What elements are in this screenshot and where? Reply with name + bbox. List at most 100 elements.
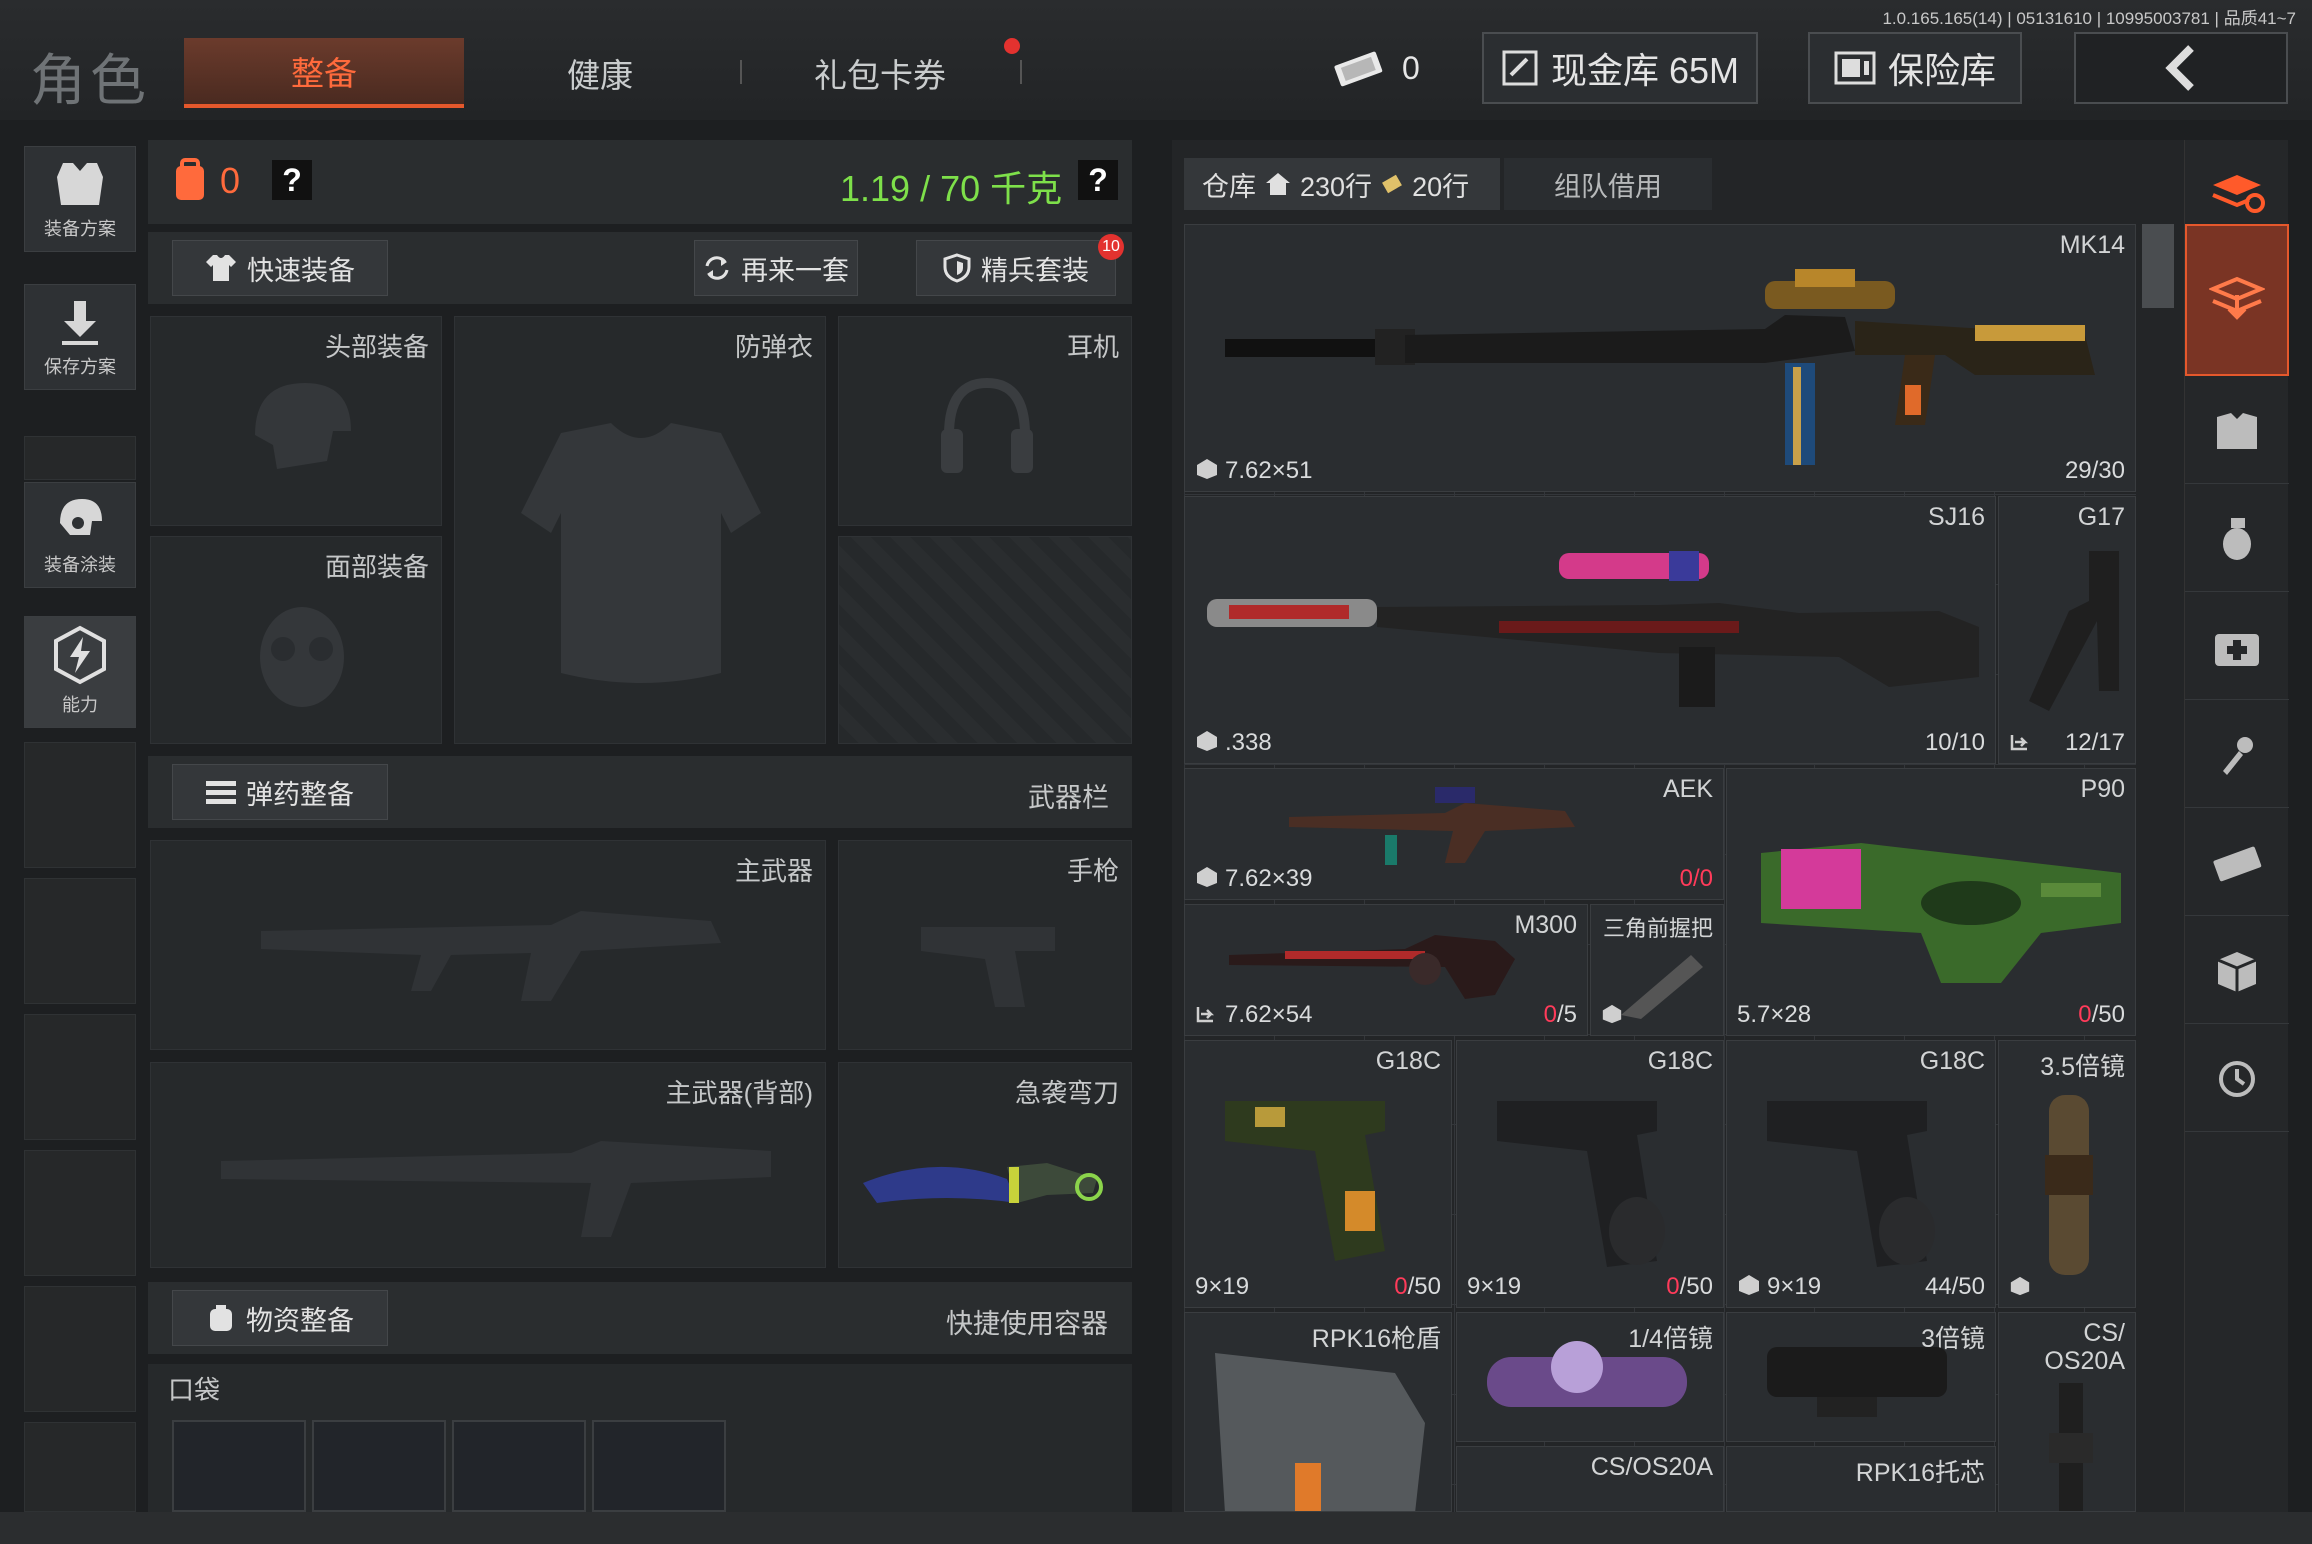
ammo-box-icon xyxy=(2010,1276,2030,1296)
armor-silhouette-icon xyxy=(521,423,761,683)
ability-button[interactable]: 能力 xyxy=(24,616,136,728)
grip-icon xyxy=(1621,955,1703,1019)
magazine-icon xyxy=(2010,735,2029,751)
ammo-box-icon xyxy=(1739,1275,1759,1295)
item-g18c[interactable]: G18C 9×19 0/50 xyxy=(1184,1040,1452,1308)
pocket-slot[interactable] xyxy=(172,1420,306,1512)
tab-equip[interactable]: 整备 xyxy=(184,38,464,108)
layers-icon xyxy=(2209,276,2265,320)
rail-medical[interactable] xyxy=(2185,594,2289,700)
elite-badge: 10 xyxy=(1098,234,1124,260)
headset-slot[interactable]: 耳机 xyxy=(838,316,1132,526)
pocket-slot[interactable] xyxy=(452,1420,586,1512)
melee-slot[interactable]: 急袭弯刀 xyxy=(838,1062,1132,1268)
head-slot[interactable]: 头部装备 xyxy=(150,316,442,526)
aek-rifle-icon xyxy=(1289,787,1575,865)
item-1-4x-scope[interactable]: 1/4倍镜 xyxy=(1456,1312,1724,1442)
item-rpk16-stock[interactable]: RPK16托芯 xyxy=(1726,1446,1996,1512)
primary-weapon-slot[interactable]: 主武器 xyxy=(150,840,826,1050)
rail-armor[interactable] xyxy=(2185,378,2289,484)
item-aek[interactable]: AEK 7.62×39 0/0 xyxy=(1184,768,1724,900)
again-button[interactable]: 再来一套 xyxy=(694,240,858,296)
equip-plan-button[interactable]: 装备方案 xyxy=(24,146,136,252)
armor-slot[interactable]: 防弹衣 xyxy=(454,316,826,744)
weight-help-icon[interactable]: ? xyxy=(1078,160,1118,200)
ammo-box-icon xyxy=(1197,867,1217,887)
safe-box-button[interactable]: 保险库 xyxy=(1808,32,2022,104)
supplies-equip-button[interactable]: 物资整备 xyxy=(172,1290,388,1346)
safe-box-label: 保险库 xyxy=(1887,50,1996,91)
item-mk14[interactable]: MK14 7.62×51 29/30 xyxy=(1184,224,2136,492)
ammo-box-icon xyxy=(1602,1004,1622,1024)
p90-smg-icon xyxy=(1761,843,2121,983)
box-icon xyxy=(2217,951,2257,992)
item-g17[interactable]: G17 12/17 xyxy=(1998,496,2136,764)
inventory-scrollbar[interactable] xyxy=(2142,224,2174,308)
rail-grenade[interactable] xyxy=(2185,486,2289,592)
warehouse-tab[interactable]: 仓库 230行 20行 xyxy=(1184,158,1500,210)
shield-icon xyxy=(943,253,971,283)
save-plan-button[interactable]: 保存方案 xyxy=(24,284,136,390)
backpack-count: 0 xyxy=(220,160,241,201)
ticket-count: 0 xyxy=(1402,49,1420,86)
weight-display: 1.19 / 70 千克 xyxy=(840,168,1063,209)
cash-vault-label: 现金库 65M xyxy=(1550,50,1740,91)
scope-icon xyxy=(1767,1347,1947,1417)
pistol-slot[interactable]: 手枪 xyxy=(838,840,1132,1050)
pocket-slot[interactable] xyxy=(312,1420,446,1512)
backpack-icon xyxy=(176,158,204,200)
item-sj16[interactable]: SJ16 .338 10/10 xyxy=(1184,496,1996,764)
item-m300[interactable]: M300 7.62×54 0/5 xyxy=(1184,904,1588,1036)
item-g18c[interactable]: G18C 9×19 44/50 xyxy=(1726,1040,1996,1308)
helmet-icon xyxy=(60,499,102,535)
sidebar-empty-slot xyxy=(24,742,136,868)
house-icon xyxy=(1266,173,1290,195)
shirt-icon xyxy=(206,255,236,281)
rail-containers[interactable] xyxy=(2185,918,2289,1024)
g17-pistol-icon xyxy=(2029,551,2119,711)
karambit-icon xyxy=(863,1163,1103,1203)
sj16-rifle-icon xyxy=(1207,551,1979,707)
rifle-silhouette-icon xyxy=(261,911,721,1001)
rail-all-items[interactable] xyxy=(2185,224,2289,376)
sidebar-empty-slot xyxy=(24,1150,136,1276)
elite-kit-button[interactable]: 精兵套装 xyxy=(916,240,1116,296)
sidebar-empty-slot xyxy=(24,1014,136,1140)
layers-refresh-icon xyxy=(2212,174,2265,213)
pocket-slot[interactable] xyxy=(592,1420,726,1512)
primary-back-slot[interactable]: 主武器(背部) xyxy=(150,1062,826,1268)
tab-gift[interactable]: 礼包卡券 xyxy=(760,38,1000,108)
m300-rifle-icon xyxy=(1229,935,1515,999)
tab-health[interactable]: 健康 xyxy=(480,38,720,108)
item-3-5x-scope[interactable]: 3.5倍镜 xyxy=(1998,1040,2136,1308)
help-icon[interactable]: ? xyxy=(272,160,312,200)
rail-keys[interactable] xyxy=(2185,702,2289,808)
quick-container-label: 快捷使用容器 xyxy=(946,1309,1108,1339)
g18c-pistol-icon xyxy=(1497,1101,1665,1267)
item-triangle-grip[interactable]: 三角前握把 xyxy=(1590,904,1724,1036)
item-g18c[interactable]: G18C 9×19 0/50 xyxy=(1456,1040,1724,1308)
ammo-box-icon xyxy=(1197,459,1217,479)
page-title: 角色 xyxy=(30,49,150,112)
equip-skin-button[interactable]: 装备涂装 xyxy=(24,482,136,588)
item-p90[interactable]: P90 5.7×28 0/50 xyxy=(1726,768,2136,1036)
item-3x-scope[interactable]: 3倍镜 xyxy=(1726,1312,1996,1442)
shield-item-icon xyxy=(1215,1353,1425,1511)
ammo-equip-button[interactable]: 弹药整备 xyxy=(172,764,388,820)
cash-vault-button[interactable]: 现金库 65M xyxy=(1482,32,1758,104)
sidebar-empty-slot xyxy=(24,1422,136,1512)
team-borrow-tab[interactable]: 组队借用 xyxy=(1504,158,1712,210)
quick-equip-button[interactable]: 快速装备 xyxy=(172,240,388,296)
vault-icon xyxy=(1502,50,1538,86)
back-button[interactable] xyxy=(2074,32,2288,104)
sidebar-spacer xyxy=(24,436,136,480)
face-slot[interactable]: 面部装备 xyxy=(150,536,442,744)
item-cs-os20a[interactable]: CS/ OS20A xyxy=(1998,1312,2136,1512)
rail-currency[interactable] xyxy=(2185,810,2289,916)
ticket-icon xyxy=(1334,51,1383,87)
safe-icon xyxy=(1834,51,1876,85)
item-rpk16-shield[interactable]: RPK16枪盾 xyxy=(1184,1312,1452,1512)
item-cs-os20a[interactable]: CS/OS20A xyxy=(1456,1446,1724,1512)
rail-recent[interactable] xyxy=(2185,1026,2289,1132)
vest-icon xyxy=(2217,412,2257,449)
